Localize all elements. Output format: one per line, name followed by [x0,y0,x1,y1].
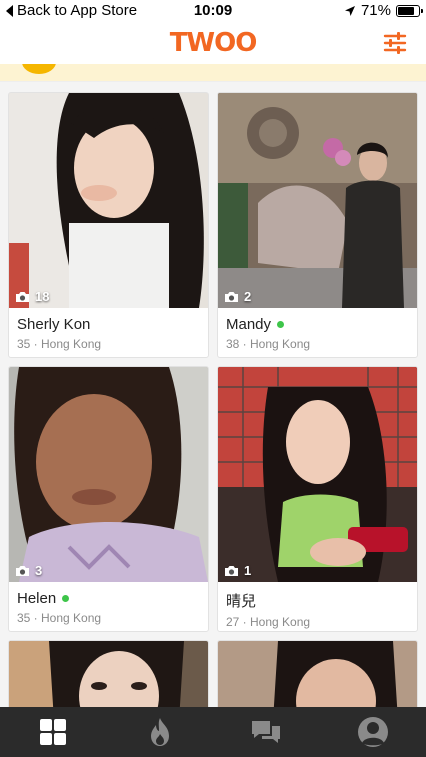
profile-photo-image [9,93,208,308]
profile-photo[interactable]: 1 [218,367,417,582]
profile-age-location: 35 · Hong Kong [17,611,102,625]
profile-card[interactable]: 1 晴兒 27 · Hong Kong [217,366,418,632]
nav-messages[interactable] [213,707,320,757]
profile-card[interactable]: 18 Sherly Kon 35 · Hong Kong [8,92,209,358]
photo-count-value: 18 [35,289,50,304]
profile-card[interactable]: 2 Mandy 38 · Hong Kong [217,92,418,358]
photo-count: 3 [15,563,42,578]
profile-photo[interactable]: 18 [9,93,208,308]
profile-card[interactable] [217,640,418,707]
profile-name: 晴兒 [226,593,257,610]
online-status-dot [62,595,70,602]
nav-browse[interactable] [0,707,107,757]
battery-icon [396,4,423,17]
profile-icon [357,717,388,747]
photo-count: 1 [224,563,251,578]
profile-photo-image [9,641,208,707]
profile-photo-image [9,367,208,582]
profile-info: Mandy 38 · Hong Kong [218,308,417,357]
profile-age-location: 38 · Hong Kong [226,337,311,351]
profile-photo-image [218,93,417,308]
profile-age-location: 27 · Hong Kong [226,615,311,629]
photo-count: 2 [224,289,251,304]
profile-card[interactable]: 3 Helen 35 · Hong Kong [8,366,209,632]
profile-name: Mandy [226,316,272,333]
notice-banner[interactable] [0,64,426,82]
battery-level [398,6,414,15]
bottom-nav [0,707,426,757]
camera-icon [225,291,238,302]
status-bar: Back to App Store 10:09 71% [0,0,426,22]
profile-grid: 18 Sherly Kon 35 · Hong Kong 2 Mandy 38 … [0,82,426,707]
online-status-dot [277,321,285,328]
twoo-logo: TWOO [169,28,258,58]
camera-icon [225,565,238,576]
photo-count: 18 [15,289,49,304]
profile-info: Helen 35 · Hong Kong [9,582,208,631]
chat-icon [252,721,281,743]
camera-icon [16,565,29,576]
profile-name: Helen [17,590,57,607]
app-header: TWOO [0,22,426,64]
profile-photo[interactable]: 3 [9,367,208,582]
profile-photo-image [218,641,417,707]
nav-hot[interactable] [107,707,214,757]
profile-photo[interactable] [218,641,417,707]
notice-icon [22,64,56,74]
filter-sliders-icon[interactable] [382,30,408,56]
photo-count-value: 3 [35,563,43,578]
profile-name: Sherly Kon [17,316,91,333]
profile-photo-image [218,367,417,582]
profile-photo[interactable] [9,641,208,707]
location-arrow-icon [344,5,355,16]
photo-count-value: 1 [244,563,252,578]
grid-icon [40,719,67,745]
profile-age-location: 35 · Hong Kong [17,337,102,351]
battery-percent: 71% [360,2,391,19]
profile-info: 晴兒 27 · Hong Kong [218,582,417,631]
profile-photo[interactable]: 2 [218,93,417,308]
photo-count-value: 2 [244,289,252,304]
camera-icon [16,291,29,302]
profile-card[interactable] [8,640,209,707]
profile-info: Sherly Kon 35 · Hong Kong [9,308,208,357]
nav-profile[interactable] [320,707,426,757]
flame-icon [150,718,169,746]
status-indicators: 71% [344,2,423,19]
